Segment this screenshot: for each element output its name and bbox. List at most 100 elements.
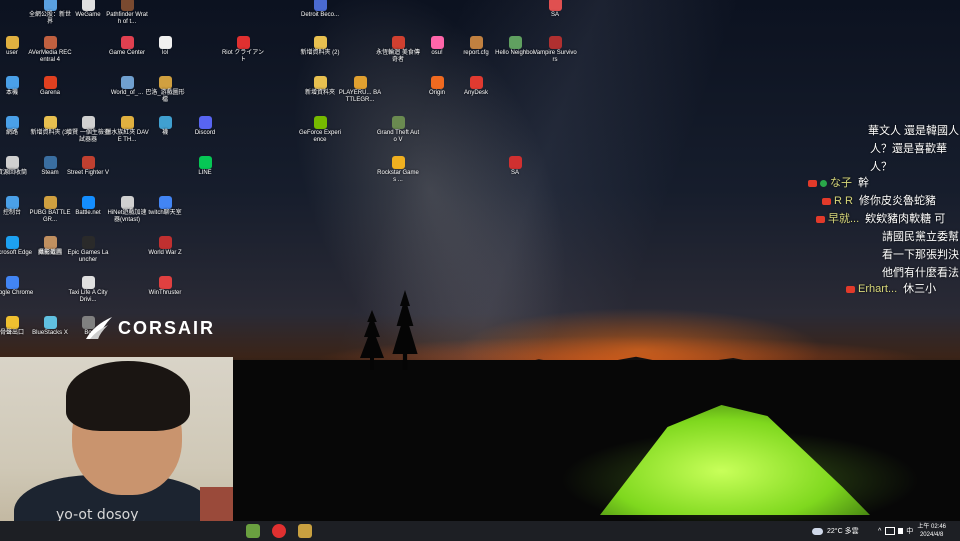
- desktop-icon[interactable]: 永恆輪迴 美食傳奇者: [376, 36, 420, 64]
- taxi-icon: [81, 276, 95, 289]
- desktop-icon[interactable]: Rockstar Games ...: [376, 156, 420, 184]
- chat-nickname: な子: [830, 177, 852, 189]
- desktop-icon-label: osu!: [431, 50, 443, 56]
- desktop-icon[interactable]: Street Fighter V: [66, 156, 110, 177]
- file-icon: [120, 76, 134, 89]
- chrome-icon: [5, 276, 19, 289]
- taskbar: 22°C 多雲 ^ 中 上午 02:46 2024/4/8: [0, 521, 960, 541]
- pathfinder-icon: [120, 0, 134, 11]
- desktop-icon[interactable]: 新增資料夾: [298, 76, 342, 97]
- webcam-overlay: yo-ot dosoy: [0, 357, 233, 541]
- game-icon: [120, 116, 134, 129]
- desktop-icon[interactable]: Pathfinder Wrath of t...: [105, 0, 149, 26]
- chrome-icon: [158, 196, 172, 209]
- desktop-icon[interactable]: Riot クライアント: [221, 36, 265, 64]
- detroit-icon: [313, 0, 327, 11]
- chat-text: 欸欸豬肉軟糖 可: [865, 213, 946, 225]
- desktop-icon[interactable]: Grand Theft Auto V: [376, 116, 420, 144]
- folder-icon: [5, 36, 19, 49]
- discord-icon: [198, 116, 212, 129]
- youtube-badge-icon: [816, 215, 825, 223]
- taskbar-app-icon[interactable]: [246, 524, 260, 538]
- cloud-icon: [812, 527, 823, 535]
- desktop-icon[interactable]: Epic Games Launcher: [66, 236, 110, 264]
- desktop-icon[interactable]: PLAYERU... BATTLEGR...: [338, 76, 382, 104]
- rockstar-icon: [391, 156, 405, 169]
- chevron-up-icon[interactable]: ^: [878, 528, 881, 535]
- streamer-hair: [66, 361, 190, 431]
- riot-icon: [236, 36, 250, 49]
- desktop-icon[interactable]: Detroit Beco...: [298, 0, 342, 19]
- desktop-icon-label: Hello Neighbor: [495, 50, 535, 56]
- game-icon: [391, 36, 405, 49]
- ime-indicator[interactable]: 中: [906, 526, 913, 536]
- desktop-icon[interactable]: 巴洛_游戲圖形檔: [143, 76, 187, 104]
- network-icon[interactable]: [885, 527, 896, 535]
- desktop-icon-label: Battle.net: [75, 210, 101, 216]
- desktop-icon-label: Pathfinder Wrath of t...: [106, 12, 148, 25]
- chat-text: 幹: [858, 177, 869, 189]
- desktop-icon-label: Vampire Survivors: [533, 50, 577, 63]
- desktop-icon-label: Origin: [428, 90, 445, 96]
- desktop-icon[interactable]: Vampire Survivors: [533, 36, 577, 64]
- desktop-icon[interactable]: 新增資料夾 (2): [298, 36, 342, 57]
- speaker-icon[interactable]: [898, 528, 904, 534]
- clock[interactable]: 上午 02:46 2024/4/8: [917, 523, 946, 539]
- taskbar-app-icon[interactable]: [272, 524, 286, 538]
- desktop-icon[interactable]: lol: [143, 36, 187, 57]
- desktop-icon[interactable]: SA: [493, 156, 537, 177]
- desktop-icon[interactable]: 增賢 一個生檢查試器器: [66, 116, 110, 144]
- desktop-icon[interactable]: SA: [533, 0, 577, 19]
- pubg-icon: [43, 196, 57, 209]
- anydesk-icon: [469, 76, 483, 89]
- desktop-icon[interactable]: Discord: [183, 116, 227, 137]
- pubg-icon: [353, 76, 367, 89]
- game-center-icon: [120, 36, 134, 49]
- desktop-icon-label: PLAYERU... BATTLEGR...: [338, 90, 382, 103]
- desktop-icon-label: 巴洛_游戲圖形檔: [145, 90, 185, 103]
- desktop-icon[interactable]: Origin: [415, 76, 459, 97]
- corsair-wordmark: CORSAIR: [118, 317, 216, 338]
- desktop-icon[interactable]: AVerMedia RECentral 4: [28, 36, 72, 64]
- desktop-icon-label: Discord: [194, 130, 216, 136]
- desktop-icon-label: GeForce Experience: [298, 130, 341, 143]
- desktop-icon-label: 新增資料夾: [304, 90, 335, 96]
- app-icon: [5, 316, 19, 329]
- game-icon: [508, 36, 522, 49]
- desktop-icon[interactable]: Hello Neighbor: [493, 36, 537, 57]
- game-icon: [158, 76, 172, 89]
- desktop-icon[interactable]: WinThruster: [143, 276, 187, 297]
- desktop-icon[interactable]: Battle.net: [66, 196, 110, 217]
- weather-widget[interactable]: 22°C 多雲: [812, 521, 859, 541]
- desktop-icon[interactable]: report.cfg: [454, 36, 498, 57]
- game-icon: [81, 116, 95, 129]
- computer-icon: [5, 76, 19, 89]
- desktop-icon[interactable]: 襪: [143, 116, 187, 137]
- vampire-icon: [548, 36, 562, 49]
- desktop-icon[interactable]: twitch聊天室: [143, 196, 187, 217]
- system-tray[interactable]: ^ 中: [878, 521, 913, 541]
- desktop-icon[interactable]: WeGame: [66, 0, 110, 19]
- desktop-icon-label: SA: [550, 12, 559, 18]
- chat-message: 看一下那張判決: [882, 246, 959, 262]
- desktop-icon-label: 永恆輪迴 美食傳奇者: [376, 50, 420, 63]
- gta-icon: [391, 116, 405, 129]
- epic-icon: [81, 236, 95, 249]
- desktop-icon[interactable]: GeForce Experience: [298, 116, 342, 144]
- desktop-icon[interactable]: osu!: [415, 36, 459, 57]
- app-icon: [43, 0, 57, 11]
- desktop-icon-label: WinThruster: [148, 290, 182, 296]
- chat-text: 請國民黨立委幫: [882, 231, 959, 243]
- desktop-icon[interactable]: Taxi Life A City Drivi...: [66, 276, 110, 304]
- desktop-icon[interactable]: LINE: [183, 156, 227, 177]
- desktop-icon[interactable]: World War Z: [143, 236, 187, 257]
- desktop-icon[interactable]: Google Chrome: [0, 276, 34, 297]
- clock-time: 上午 02:46: [917, 524, 946, 530]
- desktop-icon-label: World War Z: [148, 250, 182, 256]
- desktop-icon[interactable]: AnyDesk: [454, 76, 498, 97]
- chat-message: 人？還是喜歡華: [870, 140, 947, 156]
- taskbar-app-icon[interactable]: [298, 524, 312, 538]
- desktop-icon[interactable]: Garena: [28, 76, 72, 97]
- desktop-icon-label: lol: [161, 50, 168, 56]
- game-icon: [81, 156, 95, 169]
